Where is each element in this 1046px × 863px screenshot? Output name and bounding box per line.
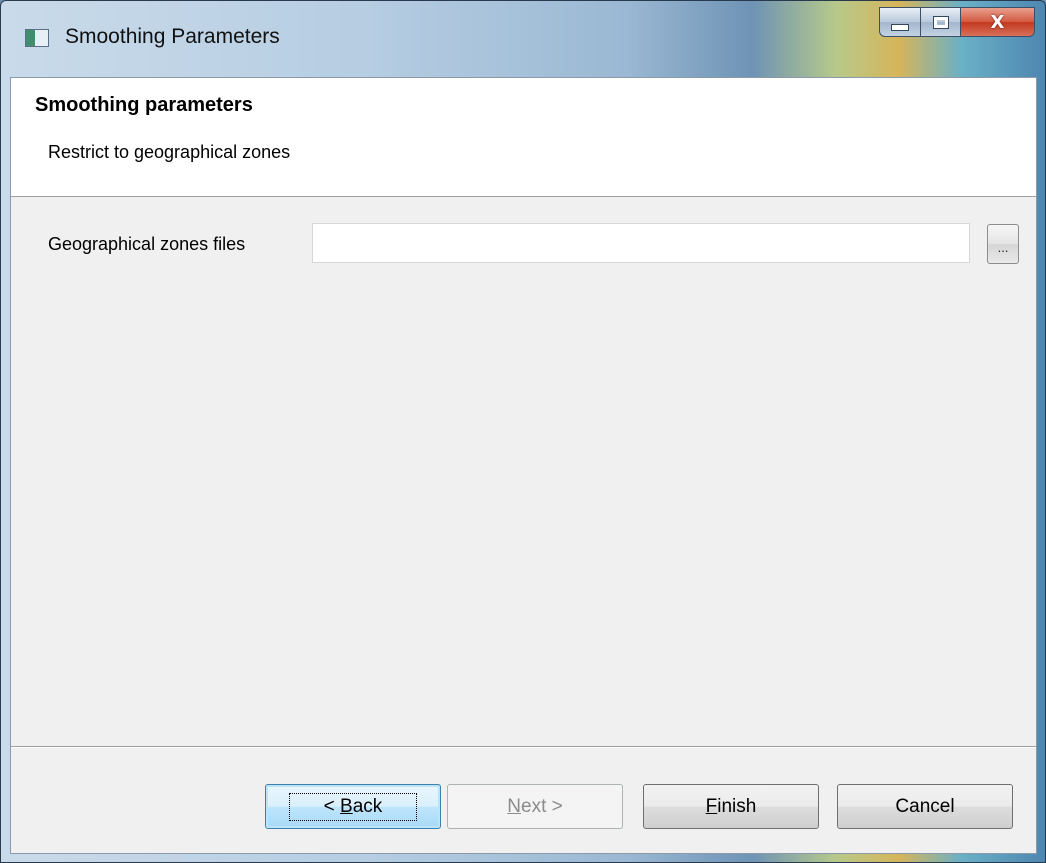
footer-separator [11, 746, 1036, 748]
minimize-button[interactable] [879, 7, 921, 37]
back-button-focus: < Back [288, 792, 418, 821]
browse-button[interactable]: ... [987, 224, 1019, 264]
wizard-client-area: Smoothing parameters Restrict to geograp… [10, 77, 1037, 854]
back-button[interactable]: < Back [265, 784, 441, 829]
finish-rest: inish [717, 795, 757, 817]
back-mnemonic: B [340, 795, 353, 817]
finish-button[interactable]: Finish [643, 784, 819, 829]
page-subtitle: Restrict to geographical zones [48, 142, 291, 162]
next-rest: ext > [521, 795, 563, 817]
minimize-icon [891, 23, 909, 31]
back-prefix: < [323, 795, 341, 817]
back-rest: ack [352, 795, 383, 817]
window-title: Smoothing Parameters [65, 25, 280, 48]
close-icon: X [990, 11, 1005, 33]
finish-mnemonic: F [705, 795, 718, 817]
page-title: Smoothing parameters [35, 94, 253, 116]
cancel-button[interactable]: Cancel [837, 784, 1013, 829]
next-mnemonic: N [507, 795, 521, 817]
maximize-button[interactable] [921, 7, 961, 37]
wizard-header: Smoothing parameters Restrict to geograp… [11, 78, 1036, 197]
dialog-window: Smoothing Parameters X Smoothing paramet… [0, 0, 1046, 863]
next-button[interactable]: Next > [447, 784, 623, 829]
app-icon[interactable] [25, 29, 49, 47]
zones-files-input[interactable] [312, 223, 970, 263]
maximize-icon [932, 15, 949, 29]
title-bar[interactable]: Smoothing Parameters X [1, 1, 1045, 77]
caption-buttons: X [879, 7, 1035, 37]
close-button[interactable]: X [961, 7, 1035, 37]
zones-files-label: Geographical zones files [48, 234, 246, 254]
